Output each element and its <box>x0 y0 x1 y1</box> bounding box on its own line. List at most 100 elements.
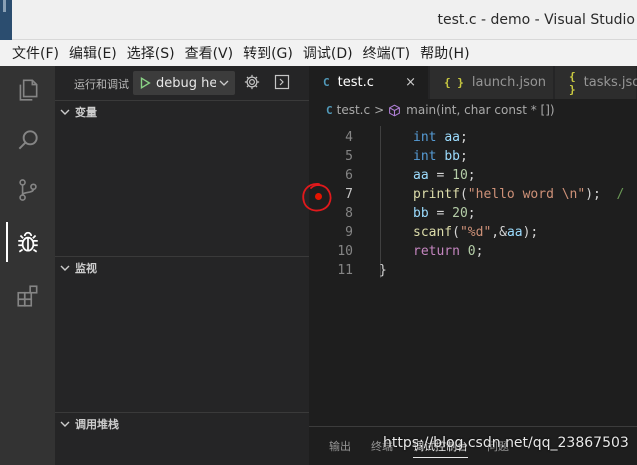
code-token: bb <box>444 149 460 164</box>
section-watch-label: 监视 <box>75 261 97 275</box>
json-file-icon: { } <box>569 69 576 96</box>
code-line[interactable]: 4 int aa; <box>309 128 637 147</box>
line-number: 5 <box>345 149 353 164</box>
editor-area: C test.c × { } launch.json { } tasks.jso… <box>302 66 637 465</box>
code-token: ; <box>467 206 476 221</box>
line-number: 7 <box>345 187 353 202</box>
menu-file[interactable]: 文件(F) <box>12 43 59 63</box>
search-icon[interactable] <box>0 116 55 164</box>
start-debugging-icon[interactable] <box>138 76 152 90</box>
code-line[interactable]: 6 aa = 10; <box>309 166 637 185</box>
section-call-stack[interactable]: 调用堆栈 <box>55 412 309 434</box>
menu-go[interactable]: 转到(G) <box>243 43 293 63</box>
code-token: aa <box>413 168 429 183</box>
chevron-down-icon <box>60 109 70 115</box>
breadcrumb-file[interactable]: test.c <box>337 103 370 117</box>
code-line[interactable]: 11} <box>309 261 637 280</box>
code-text: bb = 20; <box>413 206 476 221</box>
title-bar: test.c - demo - Visual Studio <box>0 0 637 40</box>
tab-tasks-json[interactable]: { } tasks.json <box>555 66 637 99</box>
code-token: return <box>413 244 460 259</box>
line-number: 8 <box>345 206 353 221</box>
code-token: int <box>413 130 437 145</box>
activity-bar <box>0 66 55 465</box>
code-token: ; <box>467 168 476 183</box>
code-token: ( <box>459 187 468 202</box>
chevron-down-icon <box>60 265 70 271</box>
debug-icon[interactable] <box>0 218 55 266</box>
menu-edit[interactable]: 编辑(E) <box>69 43 117 63</box>
code-token: 0 <box>467 244 476 259</box>
tab-label: launch.json <box>471 75 547 90</box>
code-token: bb <box>413 206 429 221</box>
menu-bar: 文件(F) 编辑(E) 选择(S) 查看(V) 转到(G) 调试(D) 终端(T… <box>0 40 637 66</box>
explorer-icon[interactable] <box>0 66 55 114</box>
code-token: aa <box>506 225 523 240</box>
source-control-icon[interactable] <box>0 166 55 214</box>
panel-tab-output[interactable]: 输出 <box>329 438 351 454</box>
code-text: return 0; <box>413 244 483 259</box>
section-variables-label: 变量 <box>75 105 97 119</box>
code-line[interactable]: 7 printf("hello word \n"); / <box>309 185 637 204</box>
code-token: = <box>428 168 453 183</box>
code-token: printf <box>413 187 460 202</box>
code-token: ); <box>585 187 617 202</box>
breadcrumb-symbol[interactable]: main(int, char const * []) <box>406 103 554 117</box>
window-title: test.c - demo - Visual Studio <box>437 12 635 28</box>
code-text: } <box>379 263 387 278</box>
code-line[interactable]: 9 scanf("%d",&aa); <box>309 223 637 242</box>
code-text: scanf("%d",&aa); <box>413 225 538 240</box>
debug-config-select[interactable]: debug he <box>133 71 235 95</box>
code-line[interactable]: 5 int bb; <box>309 147 637 166</box>
menu-help[interactable]: 帮助(H) <box>420 43 469 63</box>
method-symbol-icon <box>389 104 401 116</box>
c-file-icon: C <box>323 76 330 89</box>
code-token: 20 <box>452 206 468 221</box>
tab-test-c[interactable]: C test.c × <box>309 66 429 99</box>
menu-view[interactable]: 查看(V) <box>185 43 234 63</box>
code-token: ,& <box>491 225 507 240</box>
hand-drawn-circle-annotation <box>302 183 332 212</box>
code-token: } <box>379 263 387 278</box>
code-token: = <box>428 206 453 221</box>
chevron-down-icon <box>60 421 70 427</box>
extensions-icon[interactable] <box>0 272 55 320</box>
code-line[interactable]: 10 return 0; <box>309 242 637 261</box>
debug-config-value: debug he <box>156 75 216 91</box>
debug-view-title: 运行和调试 <box>74 78 129 91</box>
code-token: aa <box>444 130 460 145</box>
tab-label: test.c <box>337 75 374 90</box>
debug-sidebar: 运行和调试 debug he 变量 监视 调用堆栈 <box>55 66 309 465</box>
section-variables[interactable]: 变量 <box>55 100 309 122</box>
editor-tabs: C test.c × { } launch.json { } tasks.jso… <box>309 66 637 99</box>
code-token: ; <box>475 244 484 259</box>
code-text: aa = 10; <box>413 168 476 183</box>
line-number: 10 <box>337 244 353 259</box>
tab-launch-json[interactable]: { } launch.json <box>430 66 554 99</box>
code-token: ; <box>459 149 468 164</box>
debug-toolbar: 运行和调试 debug he <box>55 66 309 100</box>
code-token: ( <box>452 225 460 240</box>
gear-icon[interactable] <box>243 73 261 91</box>
code-line[interactable]: 8 bb = 20; <box>309 204 637 223</box>
tab-label: tasks.json <box>583 75 637 90</box>
code-token: ); <box>522 225 539 240</box>
debug-console-icon[interactable] <box>274 74 290 90</box>
section-watch[interactable]: 监视 <box>55 256 309 278</box>
close-icon[interactable]: × <box>405 75 416 90</box>
code-token: scanf <box>413 225 453 240</box>
code-token: int <box>413 149 437 164</box>
menu-selection[interactable]: 选择(S) <box>127 43 175 63</box>
menu-terminal[interactable]: 终端(T) <box>363 43 410 63</box>
code-token: "hello word \n" <box>467 187 586 202</box>
breadcrumb: C test.c > main(int, char const * []) <box>309 99 637 121</box>
section-call-stack-label: 调用堆栈 <box>75 417 119 431</box>
code-text: printf("hello word \n"); / <box>413 187 624 202</box>
menu-debug[interactable]: 调试(D) <box>303 43 353 63</box>
line-number: 6 <box>345 168 353 183</box>
code-editor[interactable]: 4 int aa; 5 int bb; 6 aa = 10; 7 printf("hello … <box>309 128 637 280</box>
line-number: 11 <box>337 263 353 278</box>
code-token: / <box>616 187 625 202</box>
code-token: 10 <box>452 168 468 183</box>
